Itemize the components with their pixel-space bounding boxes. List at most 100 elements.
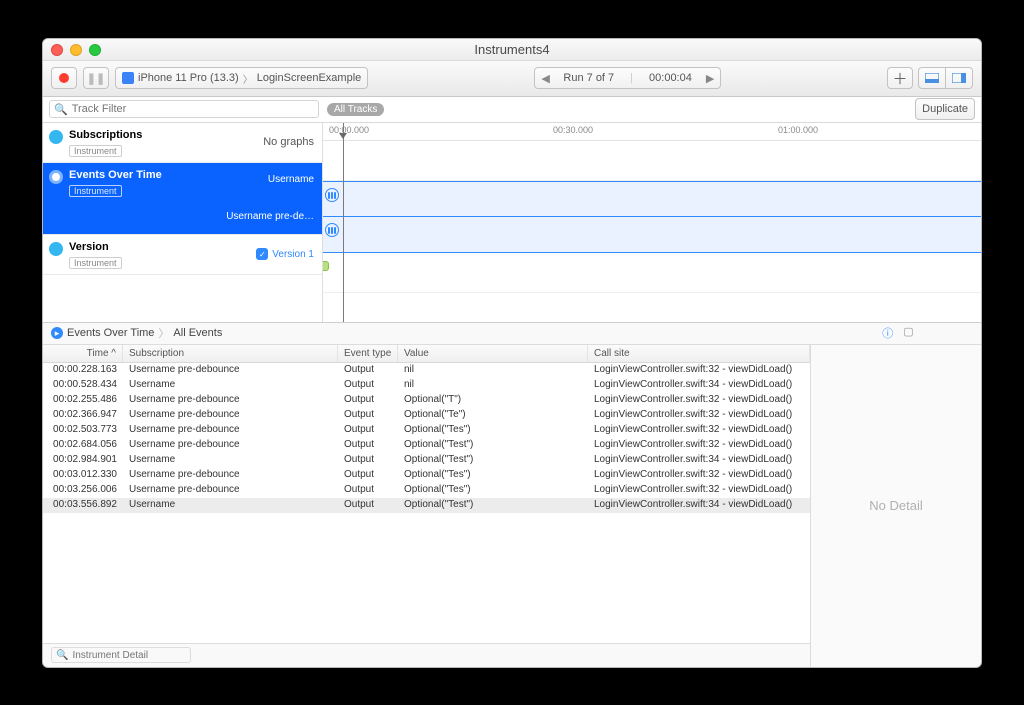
cell-val: Optional("Test") (398, 453, 588, 468)
panel-toggle (919, 67, 973, 89)
record-button[interactable] (51, 67, 77, 89)
cell-val: nil (398, 363, 588, 378)
cell-time: 00:00.528.434 (43, 378, 123, 393)
info-icon[interactable]: ⓘ (882, 325, 893, 341)
target-selector[interactable]: iPhone 11 Pro (13.3) 〉 LoginScreenExampl… (115, 67, 368, 89)
cell-time: 00:03.556.892 (43, 498, 123, 513)
cell-time: 00:02.984.901 (43, 453, 123, 468)
col-value[interactable]: Value (398, 345, 588, 362)
lane-label-username: Username (268, 174, 314, 185)
col-call-site[interactable]: Call site (588, 345, 810, 362)
table-row[interactable]: 00:00.228.163Username pre-debounceOutput… (43, 363, 810, 378)
col-time[interactable]: Time ^ (43, 345, 123, 362)
version-marker[interactable] (323, 261, 329, 271)
zoom-icon[interactable] (89, 44, 101, 56)
close-icon[interactable] (51, 44, 63, 56)
cell-val: nil (398, 378, 588, 393)
chevron-right-icon[interactable]: ▸ (51, 327, 63, 339)
cell-time: 00:02.366.947 (43, 408, 123, 423)
table-row[interactable]: 00:02.255.486Username pre-debounceOutput… (43, 393, 810, 408)
timeline-lane-predebounce[interactable] (323, 217, 981, 253)
breadcrumb: ▸ Events Over Time 〉 All Events ⓘ ▢ (43, 323, 981, 345)
playhead[interactable] (343, 123, 344, 322)
duplicate-button[interactable]: Duplicate (915, 98, 975, 120)
filter-bar: 🔍 All Tracks Duplicate (43, 97, 981, 123)
table-body[interactable]: 00:00.228.163Username pre-debounceOutput… (43, 363, 810, 643)
col-event-type[interactable]: Event type (338, 345, 398, 362)
window-title: Instruments4 (474, 42, 549, 57)
cell-sub: Username pre-debounce (123, 423, 338, 438)
track-subscriptions[interactable]: Subscriptions Instrument No graphs (43, 123, 322, 163)
cell-call: LoginViewController.swift:32 - viewDidLo… (588, 423, 810, 438)
cell-time: 00:00.228.163 (43, 363, 123, 378)
cell-sub: Username pre-debounce (123, 393, 338, 408)
instrument-badge: Instrument (69, 257, 122, 269)
table-row[interactable]: 00:03.012.330Username pre-debounceOutput… (43, 468, 810, 483)
toggle-detail-button[interactable] (918, 67, 946, 89)
ruler-tick-label: 00:30.000 (553, 125, 593, 135)
prev-run-icon[interactable]: ◀ (535, 72, 555, 85)
cell-evt: Output (338, 408, 398, 423)
toggle-inspector-button[interactable] (945, 67, 973, 89)
lane-label-predebounce: Username pre-de… (226, 211, 314, 222)
detail-filter[interactable]: 🔍 (51, 647, 191, 663)
cell-evt: Output (338, 423, 398, 438)
instrument-badge: Instrument (69, 185, 122, 197)
cell-sub: Username pre-debounce (123, 468, 338, 483)
event-marker-icon[interactable] (325, 188, 339, 202)
cell-val: Optional("Tes") (398, 423, 588, 438)
cell-call: LoginViewController.swift:34 - viewDidLo… (588, 453, 810, 468)
table-row[interactable]: 00:00.528.434UsernameOutputnilLoginViewC… (43, 378, 810, 393)
cell-sub: Username pre-debounce (123, 438, 338, 453)
add-instrument-button[interactable]: ＋ (887, 67, 913, 89)
events-table: Time ^ Subscription Event type Value Cal… (43, 345, 811, 667)
track-version[interactable]: Version Instrument ✓Version 1 (43, 235, 322, 275)
cell-sub: Username pre-debounce (123, 408, 338, 423)
table-row[interactable]: 00:03.256.006Username pre-debounceOutput… (43, 483, 810, 498)
detail-filter-input[interactable] (72, 650, 186, 661)
table-row[interactable]: 00:02.684.056Username pre-debounceOutput… (43, 438, 810, 453)
checkmark-icon: ✓ (256, 248, 268, 260)
all-tracks-pill[interactable]: All Tracks (327, 103, 384, 116)
cell-val: Optional("Test") (398, 498, 588, 513)
time-ruler[interactable]: 00:00.000 00:30.000 01:00.000 01:30.000 (323, 123, 981, 141)
ruler-tick-label: 00:00.000 (329, 125, 369, 135)
cell-val: Optional("Te") (398, 408, 588, 423)
cell-sub: Username pre-debounce (123, 483, 338, 498)
inspector-pane: No Detail (811, 345, 981, 667)
event-marker-icon[interactable] (325, 223, 339, 237)
table-row[interactable]: 00:02.984.901UsernameOutputOptional("Tes… (43, 453, 810, 468)
timeline[interactable]: 00:00.000 00:30.000 01:00.000 01:30.000 (323, 123, 981, 322)
next-run-icon[interactable]: ▶ (700, 72, 720, 85)
cell-time: 00:02.684.056 (43, 438, 123, 453)
table-row[interactable]: 00:02.366.947Username pre-debounceOutput… (43, 408, 810, 423)
cell-evt: Output (338, 363, 398, 378)
crumb-root[interactable]: Events Over Time (67, 327, 154, 339)
toolbar: ❚❚ iPhone 11 Pro (13.3) 〉 LoginScreenExa… (43, 61, 981, 97)
tracks-area: Subscriptions Instrument No graphs Event… (43, 123, 981, 323)
run-time: 00:00:04 (641, 72, 700, 84)
minimize-icon[interactable] (70, 44, 82, 56)
search-icon: 🔍 (56, 650, 68, 661)
table-row[interactable]: 00:03.556.892UsernameOutputOptional("Tes… (43, 498, 810, 513)
cell-time: 00:02.255.486 (43, 393, 123, 408)
pause-button[interactable]: ❚❚ (83, 67, 109, 89)
track-name: Events Over Time (69, 169, 220, 181)
crumb-leaf[interactable]: All Events (173, 327, 222, 339)
table-header: Time ^ Subscription Event type Value Cal… (43, 345, 810, 363)
simulator-icon (122, 72, 134, 84)
col-subscription[interactable]: Subscription (123, 345, 338, 362)
cell-time: 00:02.503.773 (43, 423, 123, 438)
traffic-lights (51, 44, 101, 56)
tracks-sidebar: Subscriptions Instrument No graphs Event… (43, 123, 323, 322)
track-filter-input[interactable] (72, 103, 314, 115)
document-icon[interactable]: ▢ (903, 325, 913, 341)
track-filter[interactable]: 🔍 (49, 100, 319, 118)
table-row[interactable]: 00:02.503.773Username pre-debounceOutput… (43, 423, 810, 438)
cell-call: LoginViewController.swift:32 - viewDidLo… (588, 363, 810, 378)
run-selector[interactable]: ◀ Run 7 of 7 | 00:00:04 ▶ (534, 67, 720, 89)
titlebar[interactable]: Instruments4 (43, 39, 981, 61)
timeline-lane-username[interactable] (323, 181, 981, 217)
track-events-over-time[interactable]: Events Over Time Instrument Username Use… (43, 163, 322, 235)
cell-time: 00:03.256.006 (43, 483, 123, 498)
